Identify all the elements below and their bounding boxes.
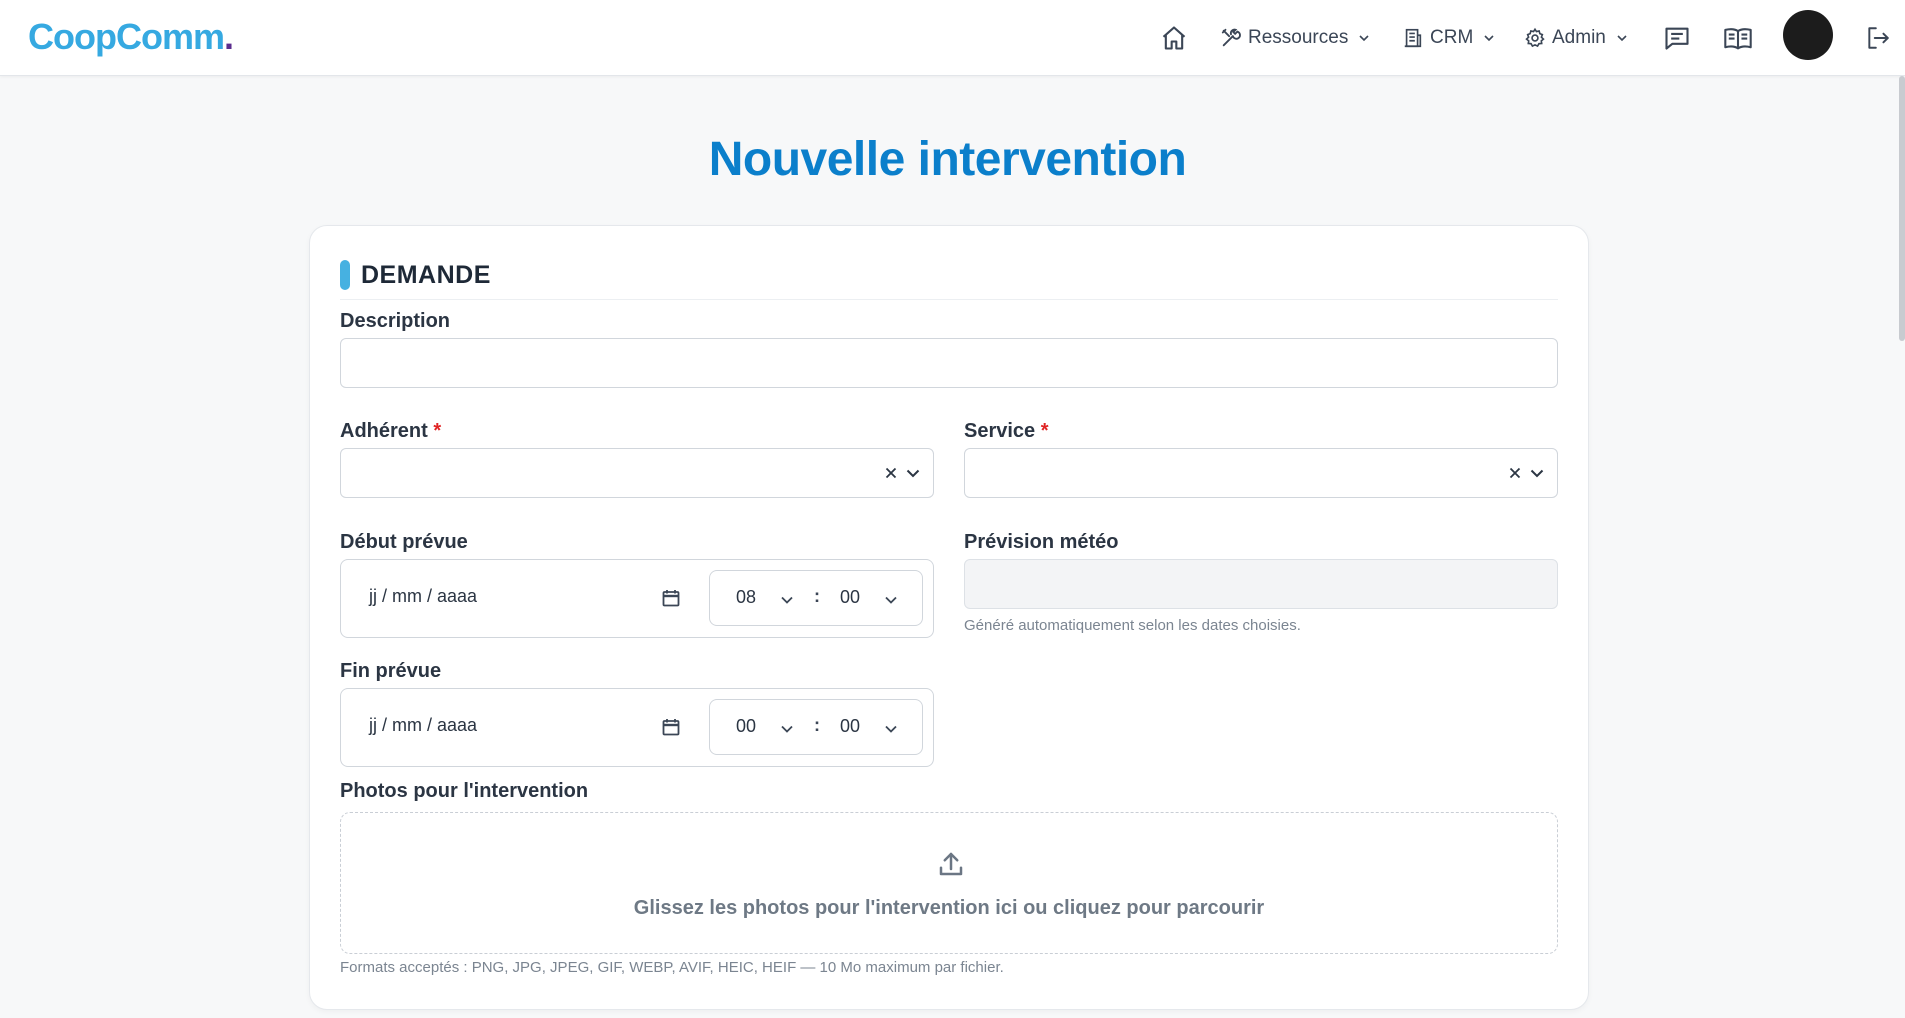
logo[interactable]: CoopComm. bbox=[28, 14, 234, 60]
meteo-input bbox=[964, 559, 1558, 609]
chevron-down-icon[interactable] bbox=[780, 593, 794, 607]
debut-label: Début prévue bbox=[340, 531, 468, 553]
section-header: DEMANDE bbox=[340, 260, 1558, 300]
time-separator: : bbox=[814, 586, 820, 606]
chevron-down-icon bbox=[1617, 35, 1627, 42]
chevron-down-icon[interactable] bbox=[884, 593, 898, 607]
fin-minute-select[interactable]: 00 bbox=[840, 716, 860, 737]
chevron-down-icon[interactable] bbox=[1529, 465, 1545, 481]
description-input[interactable] bbox=[340, 338, 1558, 388]
nav-crm-label: CRM bbox=[1430, 27, 1474, 48]
calendar-icon[interactable] bbox=[661, 588, 681, 608]
section-accent-bar bbox=[340, 260, 350, 290]
page-scrollbar[interactable] bbox=[1899, 76, 1905, 341]
nav-ressources[interactable]: Ressources bbox=[1220, 0, 1370, 76]
dropzone-text: Glissez les photos pour l'intervention i… bbox=[633, 897, 1265, 919]
chevron-down-icon bbox=[1359, 35, 1369, 42]
chevron-down-icon[interactable] bbox=[905, 465, 921, 481]
calendar-icon[interactable] bbox=[661, 717, 681, 737]
upload-icon bbox=[939, 852, 963, 876]
home-icon bbox=[1162, 26, 1186, 50]
top-navbar: CoopComm. Ressources CRM Admin bbox=[0, 0, 1905, 76]
clear-icon[interactable] bbox=[885, 467, 897, 479]
logout-icon bbox=[1868, 27, 1889, 49]
debut-date-input[interactable]: jj / mm / aaaa bbox=[369, 586, 477, 607]
service-label: Service * bbox=[964, 420, 1049, 442]
service-select[interactable] bbox=[964, 448, 1558, 498]
fin-datetime: jj / mm / aaaa 00 : 00 bbox=[340, 688, 934, 767]
photos-help-text: Formats acceptés : PNG, JPG, JPEG, GIF, … bbox=[340, 959, 1004, 976]
page-title: Nouvelle intervention bbox=[708, 133, 1187, 186]
gear-icon bbox=[1525, 27, 1545, 48]
fin-label: Fin prévue bbox=[340, 660, 442, 682]
meteo-help-text: Généré automatiquement selon les dates c… bbox=[964, 617, 1301, 634]
chevron-down-icon[interactable] bbox=[780, 722, 794, 736]
fin-time-picker: 00 : 00 bbox=[709, 699, 923, 755]
required-mark: * bbox=[1040, 420, 1049, 442]
nav-crm[interactable]: CRM bbox=[1402, 0, 1495, 76]
chevron-down-icon[interactable] bbox=[884, 722, 898, 736]
book-icon bbox=[1724, 28, 1752, 50]
clear-icon[interactable] bbox=[1509, 467, 1521, 479]
logout-button[interactable] bbox=[1865, 0, 1891, 76]
nav-ressources-label: Ressources bbox=[1248, 27, 1349, 48]
nav-admin[interactable]: Admin bbox=[1524, 0, 1628, 76]
debut-datetime: jj / mm / aaaa 08 : 00 bbox=[340, 559, 934, 638]
nav-home[interactable] bbox=[1160, 0, 1188, 76]
nav-admin-label: Admin bbox=[1552, 27, 1606, 48]
debut-minute-select[interactable]: 00 bbox=[840, 587, 860, 608]
description-label: Description bbox=[340, 310, 451, 332]
nav-documentation[interactable] bbox=[1723, 0, 1753, 76]
time-separator: : bbox=[814, 715, 820, 735]
required-mark: * bbox=[433, 420, 442, 442]
debut-time-picker: 08 : 00 bbox=[709, 570, 923, 626]
photos-label: Photos pour l'intervention bbox=[340, 780, 589, 802]
chat-icon bbox=[1665, 27, 1689, 50]
photos-dropzone[interactable]: Glissez les photos pour l'intervention i… bbox=[340, 812, 1558, 954]
section-title: DEMANDE bbox=[361, 261, 491, 289]
meteo-label: Prévision météo bbox=[964, 531, 1119, 553]
adherent-select[interactable] bbox=[340, 448, 934, 498]
chevron-down-icon bbox=[1484, 35, 1494, 42]
fin-hour-select[interactable]: 00 bbox=[736, 716, 756, 737]
building-icon bbox=[1404, 28, 1422, 48]
debut-hour-select[interactable]: 08 bbox=[736, 587, 756, 608]
nav-messages[interactable] bbox=[1663, 0, 1691, 76]
tools-icon bbox=[1221, 28, 1241, 47]
fin-date-input[interactable]: jj / mm / aaaa bbox=[369, 715, 477, 736]
avatar[interactable] bbox=[1783, 10, 1833, 60]
adherent-label: Adhérent * bbox=[340, 420, 442, 442]
intervention-form-card: DEMANDE Description Adhérent * Service *… bbox=[309, 225, 1589, 1010]
